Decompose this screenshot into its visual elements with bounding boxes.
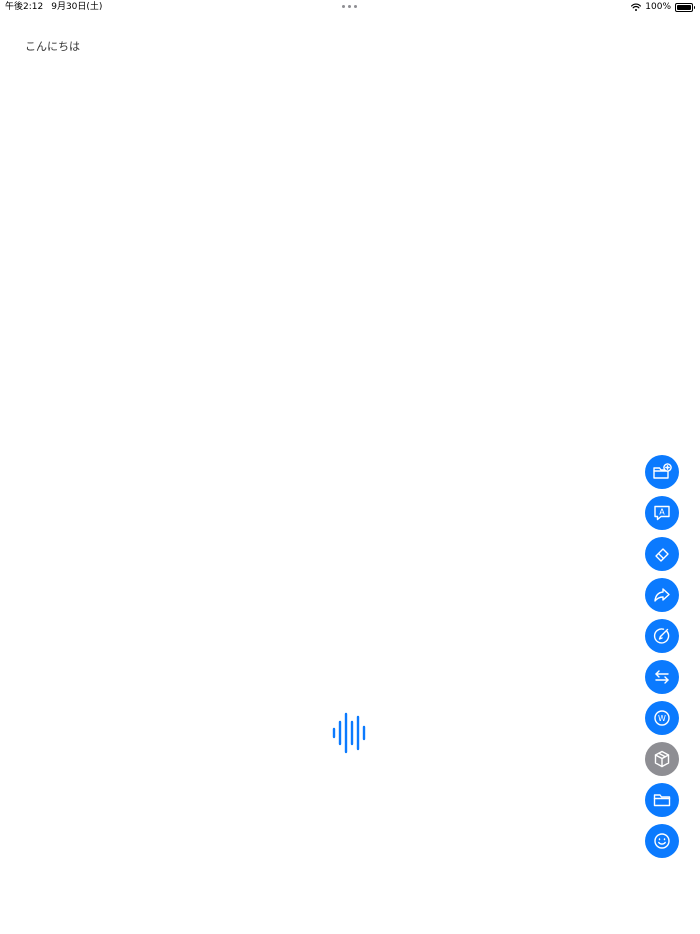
multitasking-dots-icon[interactable] xyxy=(342,5,358,9)
status-time: 午後2:12 xyxy=(5,2,44,12)
new-folder-button[interactable] xyxy=(645,455,679,489)
emoji-button[interactable] xyxy=(645,824,679,858)
status-bar: 午後2:12 9月30日(土) 100% xyxy=(0,0,700,14)
smiley-icon xyxy=(654,833,670,849)
waveform-icon[interactable] xyxy=(330,712,370,754)
folder-icon xyxy=(653,794,671,807)
document-text[interactable]: こんにちは xyxy=(25,39,80,54)
folder-button[interactable] xyxy=(645,783,679,817)
cube-button[interactable] xyxy=(645,742,679,776)
swap-arrows-icon xyxy=(655,670,669,684)
folder-plus-icon xyxy=(653,463,672,479)
word-button[interactable]: W xyxy=(645,701,679,735)
status-time-date: 午後2:12 9月30日(土) xyxy=(5,0,102,14)
eraser-button[interactable] xyxy=(645,537,679,571)
cube-icon xyxy=(654,750,670,768)
w-circle-icon: W xyxy=(654,710,670,726)
svg-text:A: A xyxy=(659,507,665,516)
speech-bubble-a-icon: A xyxy=(654,505,670,521)
status-indicators: 100% xyxy=(631,0,695,14)
share-arrow-icon xyxy=(654,588,670,602)
svg-text:W: W xyxy=(658,714,666,723)
eraser-icon xyxy=(655,548,669,562)
share-button[interactable] xyxy=(645,578,679,612)
swap-button[interactable] xyxy=(645,660,679,694)
battery-icon xyxy=(675,2,695,12)
wifi-icon xyxy=(631,3,642,11)
status-date: 9月30日(土) xyxy=(51,2,103,12)
text-bubble-button[interactable]: A xyxy=(645,496,679,530)
pen-circle-icon xyxy=(653,628,670,644)
pen-button[interactable] xyxy=(645,619,679,653)
battery-percent: 100% xyxy=(645,2,671,12)
